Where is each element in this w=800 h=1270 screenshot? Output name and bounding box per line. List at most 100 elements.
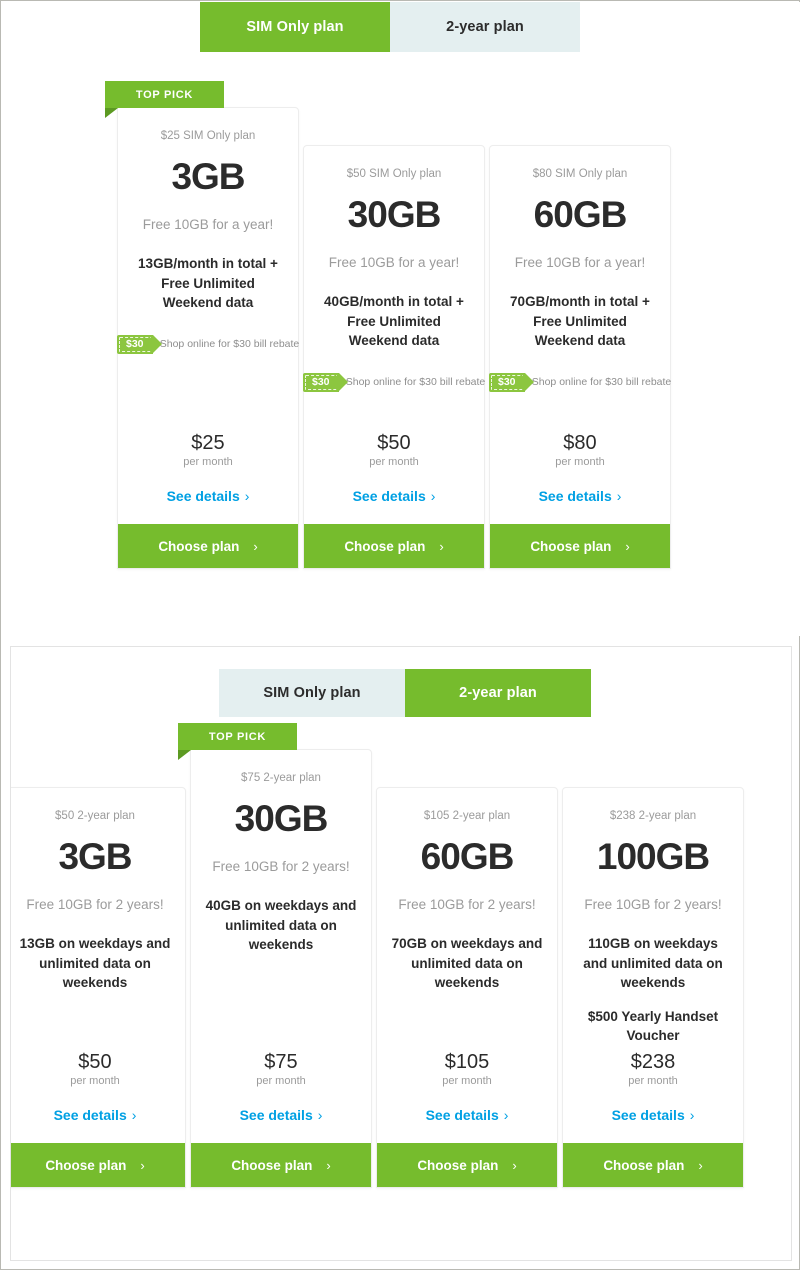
choose-plan-button[interactable]: Choose plan › [490,524,670,568]
see-details-label: See details [166,488,240,504]
choose-plan-label: Choose plan [158,538,240,554]
see-details-label: See details [611,1107,685,1123]
plan-name-label: $80 SIM Only plan [532,168,628,180]
plan-price: $50 [78,1051,112,1073]
plan-detail-text: 70GB on weekdays and unlimited data on w… [391,936,543,991]
choose-plan-button[interactable]: Choose plan › [377,1143,557,1187]
price-block: $50 per month See details › [54,1051,137,1143]
plan-data-amount: 30GB [347,194,442,235]
plan-name-label: $25 SIM Only plan [160,130,256,142]
see-details-label: See details [352,488,426,504]
see-details-link[interactable]: See details › [353,488,436,504]
bill-rebate-promo: $30 Shop online for $30 bill rebate [116,334,300,354]
see-details-link[interactable]: See details › [612,1107,695,1123]
top-pick-badge: TOP PICK [178,723,297,760]
chevron-right-icon: › [430,488,436,504]
plan-card: $80 SIM Only plan 60GB Free 10GB for a yea… [488,145,671,569]
plan-detail-secondary: $500 Yearly Handset Voucher [587,1008,719,1044]
chevron-right-icon: › [253,538,258,554]
price-tag-icon: $30 [116,334,162,354]
rebate-amount-label: $30 [125,338,144,351]
price-period-label: per month [628,1075,678,1087]
price-period-label: per month [183,456,233,468]
plan-card: $105 2-year plan 60GB Free 10GB for 2 year… [376,787,558,1188]
plan-card-body: $50 2-year plan 3GB Free 10GB for 2 years!… [11,788,185,1143]
plan-card: $238 2-year plan 100GB Free 10GB for 2 yea… [562,787,744,1188]
tab-sim-only-plan[interactable]: SIM Only plan [200,2,390,52]
plan-price: $25 [191,432,225,454]
plan-card-body: $105 2-year plan 60GB Free 10GB for 2 year… [377,788,557,1143]
plan-name-label: $238 2-year plan [609,810,697,822]
price-period-label: per month [442,1075,492,1087]
choose-plan-label: Choose plan [530,538,612,554]
plan-card: $50 2-year plan 3GB Free 10GB for 2 years!… [11,787,186,1188]
chevron-right-icon: › [140,1157,145,1173]
price-period-label: per month [70,1075,120,1087]
plan-free-offer: Free 10GB for 2 years! [398,897,536,912]
plan-data-amount: 3GB [58,836,132,877]
rebate-description: Shop online for $30 bill rebate [159,338,300,351]
choose-plan-label: Choose plan [231,1157,313,1173]
plan-name-label: $50 SIM Only plan [346,168,442,180]
two-year-plan-section: SIM Only plan 2-year plan $50 2-year plan… [10,646,792,1261]
plan-price: $80 [563,432,597,454]
choose-plan-button[interactable]: Choose plan › [118,524,298,568]
choose-plan-button[interactable]: Choose plan › [563,1143,743,1187]
plan-price: $75 [264,1051,298,1073]
page-frame: SIM Only plan 2-year plan TOP PICK $25 SIM… [0,0,800,1270]
plan-card: $50 SIM Only plan 30GB Free 10GB for a yea… [302,145,486,569]
price-period-label: per month [555,456,605,468]
choose-plan-label: Choose plan [603,1157,685,1173]
price-block: $75 per month See details › [240,1051,323,1143]
chevron-right-icon: › [689,1107,695,1123]
price-block: $238 per month See details › [612,1051,695,1143]
chevron-right-icon: › [503,1107,509,1123]
chevron-right-icon: › [131,1107,137,1123]
plan-data-amount: 100GB [596,836,710,877]
plan-detail-text: 70GB/month in total + Free Unlimited Wee… [510,294,650,349]
plan-card-body: $75 2-year plan 30GB Free 10GB for 2 years… [191,750,371,1143]
choose-plan-button[interactable]: Choose plan › [304,524,484,568]
plan-price: $50 [377,432,411,454]
price-tag-icon: $30 [302,372,348,392]
plan-free-offer: Free 10GB for a year! [142,217,274,232]
price-block: $80 per month See details › [539,432,622,524]
plan-type-tabs-section-two: SIM Only plan 2-year plan [219,669,591,717]
see-details-link[interactable]: See details › [426,1107,509,1123]
see-details-link[interactable]: See details › [167,488,250,504]
choose-plan-label: Choose plan [417,1157,499,1173]
plan-card-grid-section-two: $50 2-year plan 3GB Free 10GB for 2 years!… [11,723,744,1188]
tab-2-year-plan[interactable]: 2-year plan [405,669,591,717]
plan-name-label: $50 2-year plan [55,810,135,822]
plan-data-amount: 60GB [420,836,515,877]
see-details-link[interactable]: See details › [539,488,622,504]
rebate-description: Shop online for $30 bill rebate [345,376,486,389]
see-details-label: See details [239,1107,313,1123]
plan-card-grid-section-one: TOP PICK $25 SIM Only plan 3GB Free 10GB fo… [105,81,671,569]
plan-detail-text: 40GB on weekdays and unlimited data on w… [205,898,357,953]
price-period-label: per month [369,456,419,468]
plan-detail-text: 40GB/month in total + Free Unlimited Wee… [324,294,464,349]
sim-only-plan-section: SIM Only plan 2-year plan TOP PICK $25 SIM… [2,2,800,636]
plan-free-offer: Free 10GB for a year! [328,255,460,270]
chevron-right-icon: › [625,538,630,554]
plan-free-offer: Free 10GB for a year! [514,255,646,270]
choose-plan-button[interactable]: Choose plan › [11,1143,185,1187]
rebate-amount-label: $30 [497,376,516,389]
see-details-link[interactable]: See details › [240,1107,323,1123]
see-details-link[interactable]: See details › [54,1107,137,1123]
chevron-right-icon: › [244,488,250,504]
plan-data-amount: 3GB [171,156,245,197]
tab-2-year-plan[interactable]: 2-year plan [390,2,580,52]
chevron-right-icon: › [439,538,444,554]
price-block: $50 per month See details › [353,432,436,524]
plan-detail-text: 110GB on weekdays and unlimited data on … [583,936,723,991]
price-block: $105 per month See details › [426,1051,509,1143]
plan-price: $105 [444,1051,490,1073]
plan-free-offer: Free 10GB for 2 years! [212,859,350,874]
price-tag-icon: $30 [488,372,534,392]
choose-plan-button[interactable]: Choose plan › [191,1143,371,1187]
tab-sim-only-plan[interactable]: SIM Only plan [219,669,405,717]
chevron-right-icon: › [698,1157,703,1173]
see-details-label: See details [538,488,612,504]
